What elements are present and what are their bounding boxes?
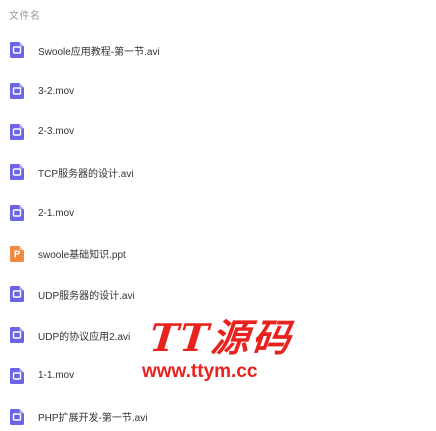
video-file-icon — [10, 367, 24, 384]
file-row[interactable]: swoole基础知识.ppt — [0, 233, 436, 274]
watermark-logo: TT源码 — [147, 315, 296, 360]
file-name: UDP服务器的设计.avi — [38, 290, 135, 302]
file-name: PHP扩展开发-第一节.avi — [38, 413, 148, 425]
file-row[interactable]: Swoole应用教程-第一节.avi — [0, 30, 436, 71]
column-header-filename[interactable]: 文件名 — [9, 7, 41, 22]
video-file-icon — [10, 123, 24, 140]
file-row[interactable]: 2-1.mov — [0, 193, 436, 234]
watermark-url: www.ttym.cc — [142, 361, 258, 382]
file-name: swoole基础知识.ppt — [38, 250, 126, 262]
file-row[interactable]: 3-2.mov — [0, 71, 436, 112]
file-row[interactable]: 2-3.mov — [0, 111, 436, 152]
watermark: TT源码 www.ttym.cc — [140, 315, 300, 398]
file-name: UDP的协议应用2.avi — [38, 331, 131, 343]
video-file-icon — [10, 205, 24, 222]
video-file-icon — [10, 408, 24, 425]
video-file-icon — [10, 42, 24, 59]
file-name: 3-2.mov — [38, 85, 75, 97]
video-file-icon — [10, 327, 24, 344]
video-file-icon — [10, 286, 24, 303]
file-name: TCP服务器的设计.avi — [38, 168, 134, 180]
file-row[interactable]: TCP服务器的设计.avi — [0, 152, 436, 193]
file-name: Swoole应用教程-第一节.avi — [38, 46, 160, 58]
ppt-file-icon — [10, 245, 24, 262]
file-row[interactable]: PHP扩展开发-第一节.avi — [0, 396, 436, 431]
file-name: 2-3.mov — [38, 126, 75, 138]
video-file-icon — [10, 164, 24, 181]
file-name: 2-1.mov — [38, 207, 75, 219]
file-list-panel: 文件名 Swoole应用教程-第一节.avi 3-2.mov 2-3.mov TCP服… — [0, 0, 436, 431]
video-file-icon — [10, 83, 24, 100]
file-row[interactable]: UDP服务器的设计.avi — [0, 274, 436, 315]
file-name: 1-1.mov — [38, 370, 75, 382]
